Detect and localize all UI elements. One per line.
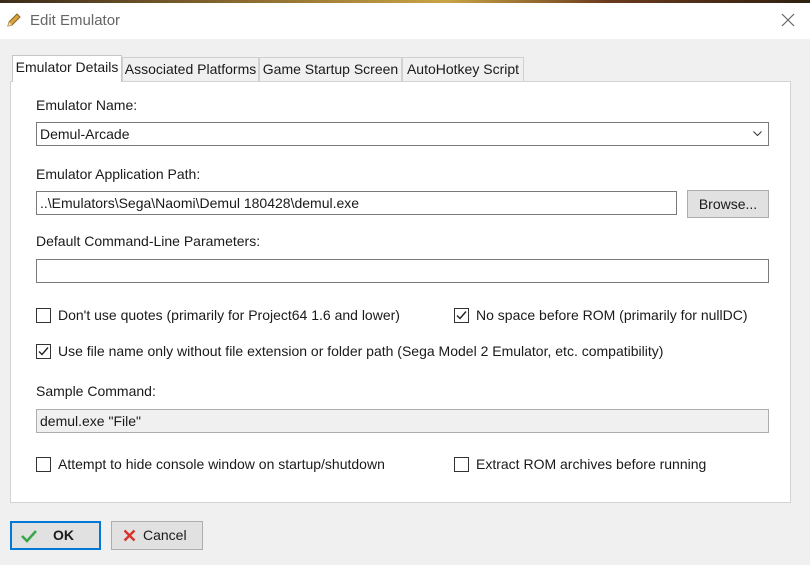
- cmd-params-input[interactable]: [36, 259, 769, 283]
- tab-label: Emulator Details: [15, 59, 119, 75]
- cmd-params-label: Default Command-Line Parameters:: [36, 233, 261, 249]
- tab-game-startup-screen[interactable]: Game Startup Screen: [259, 57, 402, 81]
- app-path-label: Emulator Application Path:: [36, 166, 201, 182]
- checkmark-icon: [21, 530, 37, 543]
- dont-use-quotes-label: Don't use quotes (primarily for Project6…: [58, 307, 400, 323]
- checkmark-icon: [38, 347, 49, 356]
- checkmark-icon: [456, 311, 467, 320]
- tab-emulator-details[interactable]: Emulator Details: [12, 55, 122, 82]
- app-path-value: ..\Emulators\Sega\Naomi\Demul 180428\dem…: [40, 195, 360, 211]
- emulator-name-combo[interactable]: Demul-Arcade: [36, 122, 769, 146]
- title-bar: Edit Emulator: [0, 3, 810, 39]
- tab-autohotkey-script[interactable]: AutoHotkey Script: [402, 57, 524, 81]
- pencil-icon: [7, 13, 21, 27]
- tab-label: AutoHotkey Script: [406, 61, 520, 77]
- ok-button[interactable]: OK: [10, 521, 101, 550]
- window-title: Edit Emulator: [30, 12, 121, 29]
- cancel-label: Cancel: [143, 527, 187, 543]
- no-space-before-rom-checkbox[interactable]: [454, 308, 469, 323]
- emulator-name-label: Emulator Name:: [36, 97, 138, 113]
- tab-label: Associated Platforms: [124, 61, 257, 77]
- tab-associated-platforms[interactable]: Associated Platforms: [122, 57, 259, 81]
- x-icon: [123, 529, 136, 542]
- app-path-input[interactable]: ..\Emulators\Sega\Naomi\Demul 180428\dem…: [36, 191, 677, 215]
- sample-command-field: demul.exe "File": [36, 409, 769, 433]
- chevron-down-icon[interactable]: [753, 131, 762, 137]
- ok-label: OK: [53, 527, 74, 543]
- sample-command-value: demul.exe "File": [40, 413, 141, 429]
- cancel-button[interactable]: Cancel: [111, 521, 203, 550]
- dont-use-quotes-checkbox[interactable]: [36, 308, 51, 323]
- close-icon[interactable]: [780, 12, 796, 28]
- browse-button[interactable]: Browse...: [687, 190, 769, 218]
- extract-rom-label: Extract ROM archives before running: [476, 456, 707, 472]
- browse-label: Browse...: [698, 196, 758, 212]
- sample-command-label: Sample Command:: [36, 383, 156, 399]
- emulator-name-value: Demul-Arcade: [40, 126, 130, 142]
- no-space-before-rom-label: No space before ROM (primarily for nullD…: [476, 307, 748, 323]
- hide-console-label: Attempt to hide console window on startu…: [58, 456, 385, 472]
- extract-rom-checkbox[interactable]: [454, 457, 469, 472]
- file-name-only-label: Use file name only without file extensio…: [58, 343, 664, 359]
- hide-console-checkbox[interactable]: [36, 457, 51, 472]
- file-name-only-checkbox[interactable]: [36, 344, 51, 359]
- emulator-details-panel: Emulator Name: Demul-Arcade Emulator App…: [10, 81, 791, 503]
- tab-label: Game Startup Screen: [262, 61, 399, 77]
